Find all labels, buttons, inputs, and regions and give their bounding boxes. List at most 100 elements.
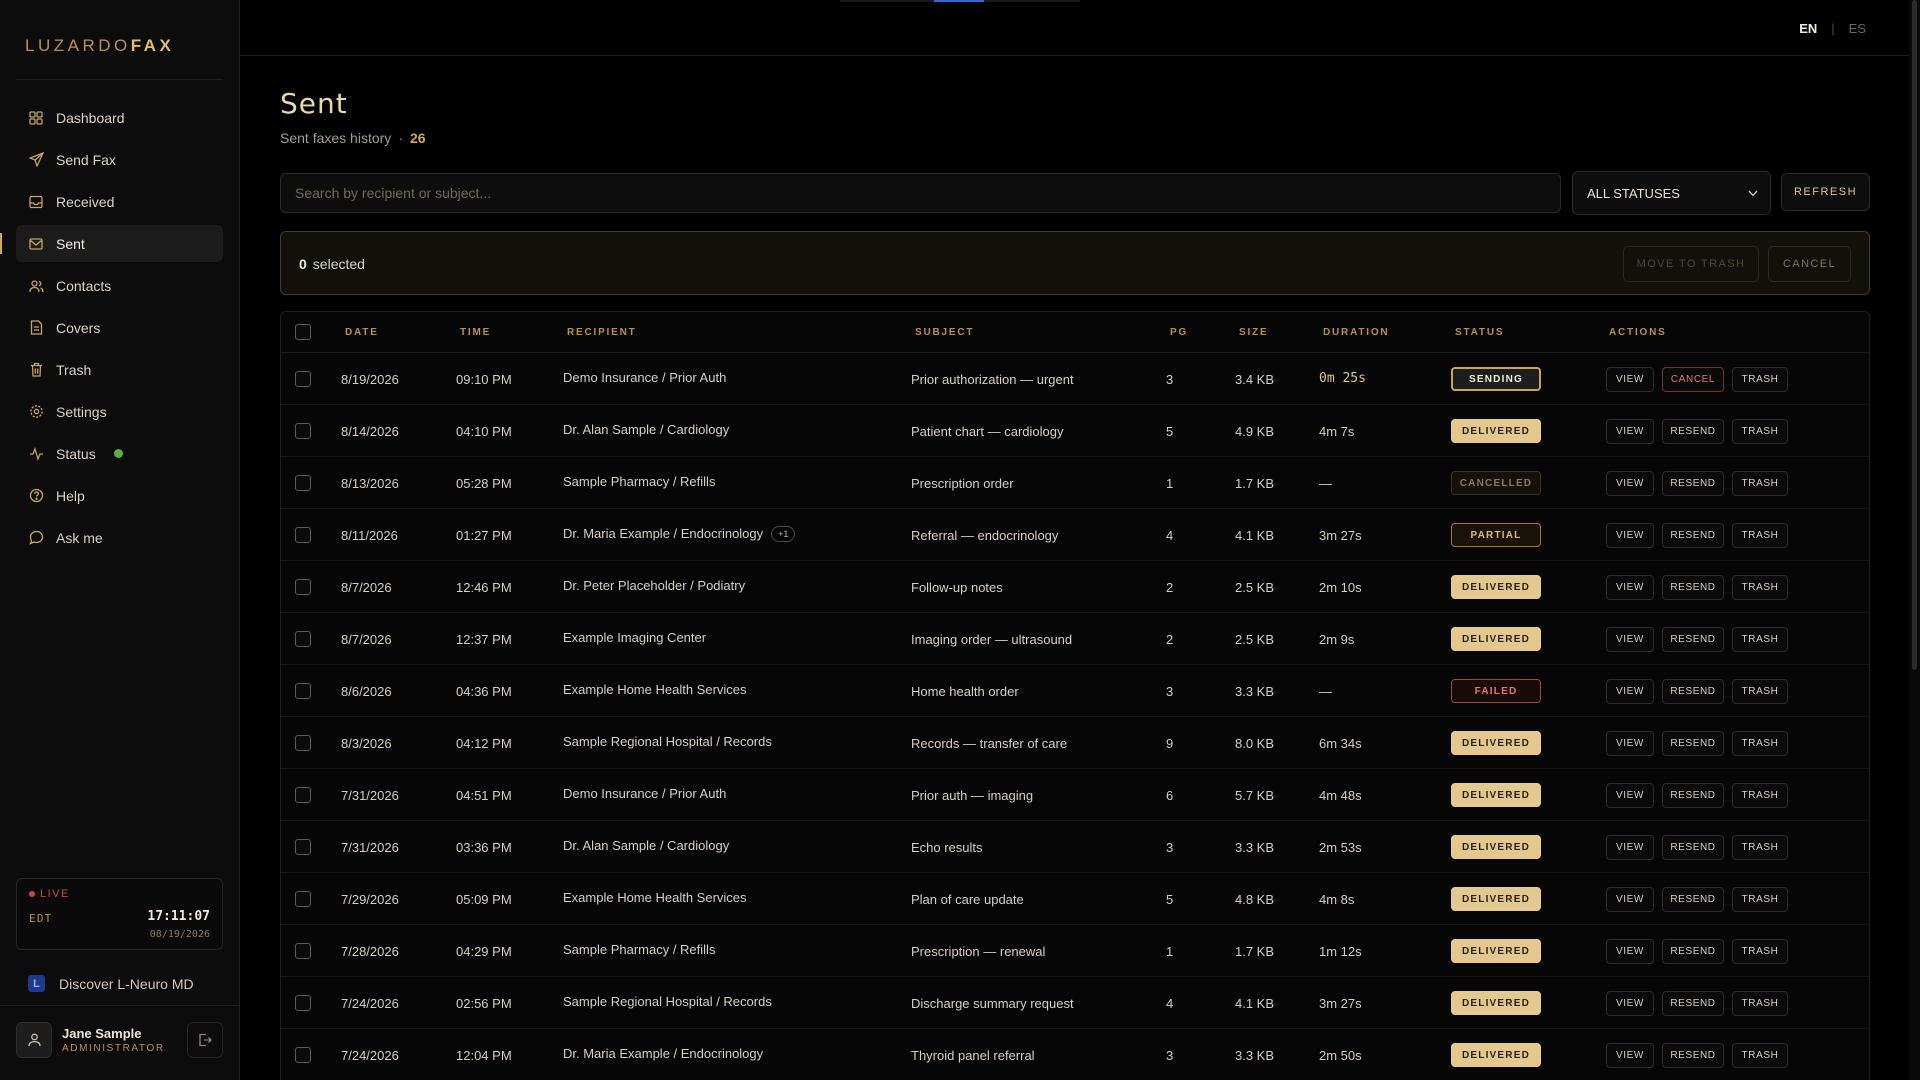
trash-button[interactable]: TRASH [1732,939,1788,964]
table-row[interactable]: 7/31/2026 04:51 PM Demo Insurance / Prior … [281,769,1869,821]
sidebar-item-send-fax[interactable]: Send Fax [16,141,223,178]
table-row[interactable]: 7/29/2026 05:09 PM Example Home Health Ser… [281,873,1869,925]
status-filter-select[interactable]: ALL STATUSES [1572,171,1771,215]
lang-es[interactable]: ES [1849,21,1866,36]
resend-button[interactable]: RESEND [1662,679,1724,704]
page-scrollbar[interactable] [1909,0,1920,1080]
resend-button[interactable]: RESEND [1662,731,1724,756]
trash-button[interactable]: TRASH [1732,627,1788,652]
trash-button[interactable]: TRASH [1732,419,1788,444]
row-checkbox[interactable] [295,631,311,647]
trash-button[interactable]: TRASH [1732,367,1788,392]
column-header-pages[interactable]: PG [1170,327,1188,338]
discover-link[interactable]: L Discover L-Neuro MD [28,975,194,992]
sidebar-item-dashboard[interactable]: Dashboard [16,99,223,136]
sidebar-item-ask-me[interactable]: Ask me [16,519,223,556]
table-row[interactable]: 7/24/2026 02:56 PM Sample Regional Hospita… [281,977,1869,1029]
view-button[interactable]: VIEW [1606,1043,1654,1068]
trash-button[interactable]: TRASH [1732,731,1788,756]
view-button[interactable]: VIEW [1606,367,1654,392]
resend-button[interactable]: RESEND [1662,419,1724,444]
resend-button[interactable]: RESEND [1662,523,1724,548]
resend-button[interactable]: RESEND [1662,1043,1724,1068]
sidebar-item-trash[interactable]: Trash [16,351,223,388]
row-checkbox[interactable] [295,839,311,855]
trash-button[interactable]: TRASH [1732,1043,1788,1068]
table-row[interactable]: 8/3/2026 04:12 PM Sample Regional Hospital… [281,717,1869,769]
resend-button[interactable]: RESEND [1662,939,1724,964]
move-to-trash-button[interactable]: MOVE TO TRASH [1623,246,1759,282]
sidebar-item-covers[interactable]: Covers [16,309,223,346]
sidebar-item-received[interactable]: Received [16,183,223,220]
logout-button[interactable] [187,1022,223,1058]
row-checkbox[interactable] [295,527,311,543]
refresh-button[interactable]: REFRESH [1781,173,1870,211]
trash-button[interactable]: TRASH [1732,679,1788,704]
table-row[interactable]: 8/14/2026 04:10 PM Dr. Alan Sample / Cardi… [281,405,1869,457]
table-row[interactable]: 7/28/2026 04:29 PM Sample Pharmacy / Refil… [281,925,1869,977]
scrollbar-thumb[interactable] [1912,0,1917,670]
trash-button[interactable]: TRASH [1732,835,1788,860]
column-header-subject[interactable]: SUBJECT [915,327,974,338]
view-button[interactable]: VIEW [1606,991,1654,1016]
view-button[interactable]: VIEW [1606,523,1654,548]
trash-button[interactable]: TRASH [1732,783,1788,808]
view-button[interactable]: VIEW [1606,835,1654,860]
view-button[interactable]: VIEW [1606,627,1654,652]
row-checkbox[interactable] [295,579,311,595]
sidebar-item-sent[interactable]: Sent [0,225,223,262]
table-row[interactable]: 8/7/2026 12:37 PM Example Imaging Center Im… [281,613,1869,665]
extra-recipients-badge[interactable]: +1 [771,526,796,542]
table-row[interactable]: 8/6/2026 04:36 PM Example Home Health Serv… [281,665,1869,717]
view-button[interactable]: VIEW [1606,575,1654,600]
view-button[interactable]: VIEW [1606,419,1654,444]
column-header-status[interactable]: STATUS [1455,327,1504,338]
resend-button[interactable]: RESEND [1662,575,1724,600]
resend-button[interactable]: RESEND [1662,783,1724,808]
lang-en[interactable]: EN [1799,21,1817,36]
table-row[interactable]: 8/13/2026 05:28 PM Sample Pharmacy / Refil… [281,457,1869,509]
table-row[interactable]: 8/11/2026 01:27 PM Dr. Maria Example / End… [281,509,1869,561]
sidebar-item-contacts[interactable]: Contacts [16,267,223,304]
select-all-checkbox[interactable] [295,324,311,340]
trash-button[interactable]: TRASH [1732,575,1788,600]
sidebar-item-status[interactable]: Status [16,435,223,472]
column-header-time[interactable]: TIME [460,327,491,338]
column-header-size[interactable]: SIZE [1239,327,1268,338]
view-button[interactable]: VIEW [1606,887,1654,912]
table-row[interactable]: 8/7/2026 12:46 PM Dr. Peter Placeholder / … [281,561,1869,613]
resend-button[interactable]: RESEND [1662,627,1724,652]
row-checkbox[interactable] [295,1047,311,1063]
row-checkbox[interactable] [295,995,311,1011]
sidebar-item-help[interactable]: Help [16,477,223,514]
trash-button[interactable]: TRASH [1732,991,1788,1016]
view-button[interactable]: VIEW [1606,471,1654,496]
search-input[interactable] [280,173,1561,213]
trash-button[interactable]: TRASH [1732,887,1788,912]
cancel-selection-button[interactable]: CANCEL [1768,246,1851,282]
app-logo[interactable]: LUZARDOFAX [25,36,174,56]
row-checkbox[interactable] [295,943,311,959]
view-button[interactable]: VIEW [1606,783,1654,808]
table-row[interactable]: 7/24/2026 12:04 PM Dr. Maria Example / End… [281,1029,1869,1080]
column-header-recipient[interactable]: RECIPIENT [567,327,637,338]
avatar[interactable] [16,1022,52,1058]
row-checkbox[interactable] [295,735,311,751]
resend-button[interactable]: RESEND [1662,835,1724,860]
row-checkbox[interactable] [295,475,311,491]
view-button[interactable]: VIEW [1606,679,1654,704]
row-checkbox[interactable] [295,891,311,907]
row-checkbox[interactable] [295,787,311,803]
resend-button[interactable]: RESEND [1662,887,1724,912]
table-row[interactable]: 7/31/2026 03:36 PM Dr. Alan Sample / Cardi… [281,821,1869,873]
view-button[interactable]: VIEW [1606,731,1654,756]
row-checkbox[interactable] [295,371,311,387]
trash-button[interactable]: TRASH [1732,471,1788,496]
column-header-date[interactable]: DATE [345,327,379,338]
table-row[interactable]: 8/19/2026 09:10 PM Demo Insurance / Prior … [281,353,1869,405]
cancel-fax-button[interactable]: CANCEL [1662,367,1724,392]
row-checkbox[interactable] [295,683,311,699]
view-button[interactable]: VIEW [1606,939,1654,964]
trash-button[interactable]: TRASH [1732,523,1788,548]
resend-button[interactable]: RESEND [1662,471,1724,496]
